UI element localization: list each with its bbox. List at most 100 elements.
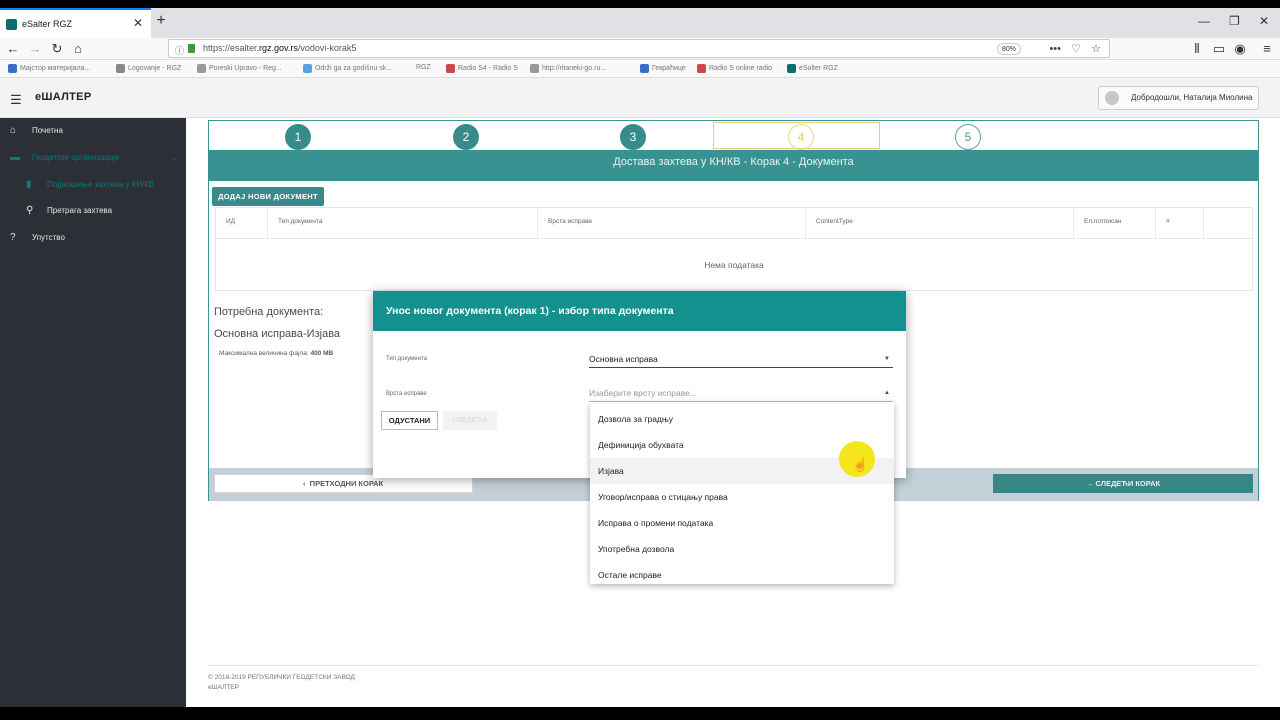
avatar <box>1105 91 1119 105</box>
dropdown-option[interactable]: Употребна дозвола <box>590 536 894 562</box>
instrument-type-label: Врста исправе <box>386 391 427 397</box>
sidebar-item-geodetic-orgs[interactable]: ▬ Геодетске организације ⌄ <box>0 147 186 169</box>
tab-title: eSalter RGZ <box>22 19 73 29</box>
info-icon[interactable]: ⓘ <box>175 43 184 60</box>
sidebar-item-label: Претрага захтева <box>47 206 113 215</box>
instrument-type-placeholder: Изаберите врсту исправе... <box>589 388 697 398</box>
forward-icon[interactable]: → <box>26 40 44 58</box>
sidebar-toggle-icon[interactable]: ▭ <box>1210 40 1228 58</box>
address-bar[interactable]: ⓘ https://esalter.rgz.gov.rs/vodovi-kora… <box>168 39 1110 58</box>
browser-tab[interactable]: eSalter RGZ ✕ <box>0 8 151 38</box>
library-icon[interactable]: ⫴ <box>1188 40 1206 58</box>
dialog-title: Унос новог документа (корак 1) - избор т… <box>373 291 906 331</box>
bookmark-item[interactable]: Logovanje - RGZ <box>116 64 191 73</box>
user-menu[interactable]: Добродошли, Наталија Миолина <box>1098 86 1259 110</box>
sidebar-item-label: Подношење захтева у КН/КВ <box>47 180 155 189</box>
home-icon: ⌂ <box>10 125 17 136</box>
bookmark-item[interactable]: Radio S online radio <box>697 64 781 73</box>
sidebar-item-home[interactable]: ⌂ Почетна <box>0 120 186 142</box>
bookmark-item[interactable]: http://ritaneki-go.ru... <box>530 64 628 73</box>
pocket-icon[interactable]: ♡ <box>1071 41 1081 58</box>
bookmark-item[interactable]: Мајстор материјала... <box>8 64 106 73</box>
column-header[interactable]: ContentType <box>806 208 1074 238</box>
wizard-step-3[interactable]: 3 <box>620 124 646 150</box>
sidebar-item-help[interactable]: ? Упутство <box>0 227 186 249</box>
restore-icon[interactable]: ❐ <box>1229 14 1240 28</box>
dropdown-caret-icon: ▲ <box>884 390 890 396</box>
bookmark-item[interactable]: Održi ga za godišnu sk... <box>303 64 408 73</box>
bookmark-item[interactable]: Poreski Upravo - Reg... <box>197 64 295 73</box>
bookmark-item[interactable]: eSalter RGZ <box>787 64 847 73</box>
bookmark-favicon-icon <box>787 64 796 73</box>
bookmark-label: Poreski Upravo - Reg... <box>209 65 282 72</box>
column-header[interactable]: # <box>1156 208 1204 238</box>
app-header: ☰ еШАЛТЕР Добродошли, Наталија Миолина <box>0 78 1280 118</box>
sidebar-item-submit-request[interactable]: ▮ Подношење захтева у КН/КВ <box>0 174 186 196</box>
next-step-button[interactable]: → СЛЕДЕЋИ КОРАК <box>993 474 1253 493</box>
footer-copyright: © 2018-2019 РЕПУБЛИЧКИ ГЕОДЕТСКИ ЗАВОД <box>208 674 355 681</box>
bookmark-favicon-icon <box>446 64 455 73</box>
tab-bar: eSalter RGZ ✕ + — ❐ ✕ <box>0 8 1280 38</box>
lock-icon <box>188 44 195 53</box>
wizard-step-1[interactable]: 1 <box>285 124 311 150</box>
dropdown-option[interactable]: Исправа о промени података <box>590 510 894 536</box>
column-header <box>1204 208 1252 238</box>
dropdown-option[interactable]: Остале исправе <box>590 562 894 588</box>
wizard-step-5[interactable]: 5 <box>955 124 981 150</box>
documents-table: ИД Тип документа Врста исправе ContentTy… <box>215 207 1253 291</box>
back-icon[interactable]: ← <box>4 40 22 58</box>
close-tab-icon[interactable]: ✕ <box>133 16 143 30</box>
wizard-step-2[interactable]: 2 <box>453 124 479 150</box>
bookmark-item[interactable]: RGZ <box>416 64 440 71</box>
wizard-step-4[interactable]: 4 <box>788 124 814 150</box>
dropdown-caret-icon: ▼ <box>884 356 890 362</box>
menu-icon[interactable]: ≡ <box>1258 40 1276 58</box>
document-icon: ▮ <box>26 179 32 190</box>
column-header[interactable]: Ел.потписан <box>1074 208 1156 238</box>
document-type-select[interactable]: Основна исправа ▼ <box>589 352 893 368</box>
bookmark-favicon-icon <box>530 64 539 73</box>
chevron-left-icon: ‹ <box>303 479 306 488</box>
column-header[interactable]: Врста исправе <box>538 208 806 238</box>
more-icon[interactable]: ••• <box>1049 41 1061 58</box>
column-header[interactable]: ИД <box>216 208 268 238</box>
footer-divider <box>208 665 1259 666</box>
cancel-button[interactable]: ОДУСТАНИ <box>381 411 438 430</box>
reload-icon[interactable]: ↻ <box>48 40 66 58</box>
bookmark-item[interactable]: Radio S4 - Radio S <box>446 64 524 73</box>
user-label: Добродошли, Наталија Миолина <box>1131 93 1253 102</box>
footer: © 2018-2019 РЕПУБЛИЧКИ ГЕОДЕТСКИ ЗАВОД е… <box>208 673 355 693</box>
dialog-next-button[interactable]: СЛЕДЕЋА <box>443 411 497 430</box>
add-document-button[interactable]: ДОДАЈ НОВИ ДОКУМЕНТ <box>212 187 324 206</box>
bookmark-favicon-icon <box>303 64 312 73</box>
bookmark-favicon-icon <box>640 64 649 73</box>
column-header[interactable]: Тип документа <box>268 208 538 238</box>
max-size-value: 400 MB <box>310 350 334 357</box>
hamburger-icon[interactable]: ☰ <box>10 92 22 108</box>
folder-icon: ▬ <box>10 152 20 163</box>
new-tab-icon[interactable]: + <box>153 12 169 30</box>
max-size-text: Максимална величина фајла: 400 MB <box>219 350 333 357</box>
account-icon[interactable]: ◉ <box>1231 40 1249 58</box>
sidebar: ⌂ Почетна ▬ Геодетске организације ⌄ ▮ П… <box>0 118 186 707</box>
url-prefix: https://esalter. <box>203 43 260 53</box>
sidebar-item-search-requests[interactable]: ⚲ Претрага захтева <box>0 200 186 222</box>
instrument-type-select[interactable]: Изаберите врсту исправе... ▲ <box>589 386 893 402</box>
sidebar-item-label: Упутство <box>32 233 65 242</box>
minimize-icon[interactable]: — <box>1198 14 1210 28</box>
url-host: rgz.gov.rs <box>259 43 298 53</box>
bookmark-star-icon[interactable]: ☆ <box>1091 41 1101 58</box>
help-icon: ? <box>10 232 16 243</box>
dropdown-option[interactable]: Дозвола за градњу <box>590 406 894 432</box>
dropdown-option[interactable]: Уговор/исправа о стицању права <box>590 484 894 510</box>
zoom-level[interactable]: 80% <box>996 43 1021 55</box>
home-icon[interactable]: ⌂ <box>69 40 87 58</box>
shield-icon <box>6 18 17 30</box>
nav-bar: ← → ↻ ⌂ ⓘ https://esalter.rgz.gov.rs/vod… <box>0 38 1280 60</box>
bookmark-label: http://ritaneki-go.ru... <box>542 65 607 72</box>
window-close-icon[interactable]: ✕ <box>1259 14 1269 28</box>
bookmark-label: Održi ga za godišnu sk... <box>315 65 393 72</box>
bookmark-label: Мајстор материјала... <box>20 65 91 72</box>
required-docs-title: Потребна документа: <box>214 306 324 318</box>
bookmark-item[interactable]: Гекраћице <box>640 64 695 73</box>
